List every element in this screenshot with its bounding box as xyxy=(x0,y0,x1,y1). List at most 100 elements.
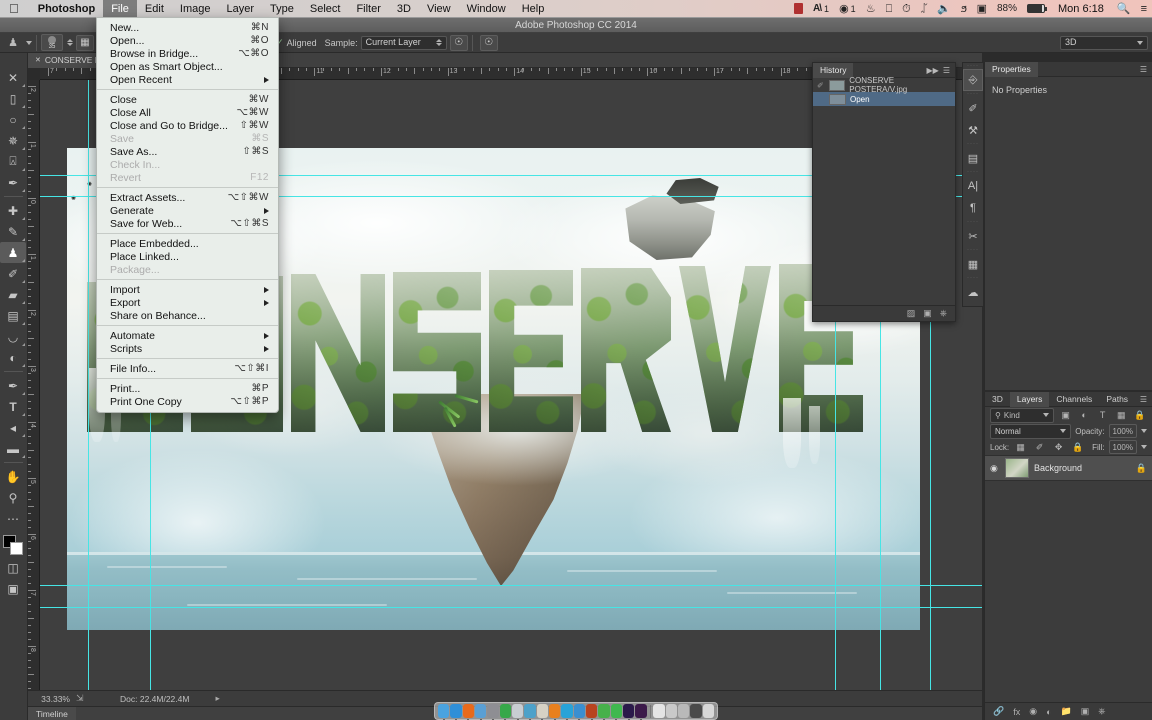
delete-layer-icon[interactable]: ⎈ xyxy=(1098,706,1105,717)
menu-item-place-embedded[interactable]: Place Embedded... xyxy=(97,237,278,250)
panel-menu-icon[interactable]: ☰ xyxy=(943,66,950,75)
gradient-tool[interactable]: ▤ xyxy=(0,305,26,326)
actions-panel-icon[interactable]: ✂ xyxy=(963,225,983,247)
menu-3d[interactable]: 3D xyxy=(389,0,419,18)
opacity-value[interactable]: 100% xyxy=(1108,424,1137,438)
menu-app-name[interactable]: Photoshop xyxy=(30,0,103,18)
menu-image[interactable]: Image xyxy=(172,0,219,18)
menu-item-print-one-copy[interactable]: Print One Copy ⌥⇧⌘P xyxy=(97,395,278,408)
menu-item-save-as[interactable]: Save As... ⇧⌘S xyxy=(97,145,278,158)
menu-view[interactable]: View xyxy=(419,0,459,18)
finder-icon[interactable] xyxy=(438,704,450,718)
vertical-ruler[interactable]: 210123456789 xyxy=(28,80,40,690)
zoom-level[interactable]: 33.33% xyxy=(28,694,76,704)
brush-presets-icon[interactable]: ✐ xyxy=(963,97,983,119)
menu-item-generate[interactable]: Generate xyxy=(97,204,278,217)
utilities-icon[interactable] xyxy=(585,704,598,718)
menu-window[interactable]: Window xyxy=(459,0,514,18)
layer-comps-icon[interactable]: ▤ xyxy=(963,147,983,169)
menu-filter[interactable]: Filter xyxy=(348,0,388,18)
blend-mode-dropdown[interactable]: Normal xyxy=(990,423,1072,439)
new-layer-icon[interactable]: ▣ xyxy=(1081,706,1090,717)
create-document-icon[interactable]: ▨ xyxy=(907,308,916,319)
reminders-icon[interactable] xyxy=(536,704,548,718)
menu-item-share-on-behance[interactable]: Share on Behance... xyxy=(97,309,278,322)
tab-3d[interactable]: 3D xyxy=(985,392,1010,407)
lock-all-icon[interactable]: 🔒 xyxy=(1070,440,1085,455)
mail-icon[interactable] xyxy=(511,704,524,718)
menu-layer[interactable]: Layer xyxy=(218,0,262,18)
airplay-icon[interactable]: ⎕ xyxy=(881,0,898,18)
blur-tool[interactable]: ◡ xyxy=(0,326,26,347)
menu-item-close-all[interactable]: Close All ⌥⌘W xyxy=(97,106,278,119)
menu-item-open-as-smart-object[interactable]: Open as Smart Object... xyxy=(97,60,278,73)
type-filter-icon[interactable]: T xyxy=(1095,408,1110,423)
edit-toolbar-button[interactable]: ⋯ xyxy=(0,508,26,529)
pixel-filter-icon[interactable]: ▣ xyxy=(1058,408,1073,423)
volume-icon[interactable]: 🔈 xyxy=(932,0,956,18)
adjustments-panel-icon[interactable]: ☁ xyxy=(963,281,983,303)
brush-size-stepper[interactable] xyxy=(67,39,73,46)
desktop-stack-icon[interactable] xyxy=(678,704,690,718)
brush-tool[interactable]: ✎ xyxy=(0,221,26,242)
guide-horizontal[interactable] xyxy=(40,585,982,586)
timemachine-icon[interactable]: ⏱ xyxy=(897,0,916,18)
paragraph-panel-icon[interactable]: ¶ xyxy=(963,197,983,219)
collapse-icon[interactable]: ▶▶ xyxy=(927,66,939,75)
indesign-icon[interactable] xyxy=(635,704,647,718)
background-color-swatch[interactable] xyxy=(10,542,23,555)
adjustment-layer-icon[interactable]: ◐ xyxy=(1046,707,1051,717)
tab-timeline[interactable]: Timeline xyxy=(28,706,76,720)
spotify-icon[interactable] xyxy=(610,704,622,718)
panel-menu-icon[interactable]: ☰ xyxy=(1140,395,1147,404)
menu-item-extract-assets[interactable]: Extract Assets... ⌥⇧⌘W xyxy=(97,191,278,204)
input-source-icon[interactable]: ▣ xyxy=(972,0,992,18)
menu-edit[interactable]: Edit xyxy=(137,0,172,18)
clone-stamp-icon[interactable]: ♟ xyxy=(0,36,26,49)
skype-icon[interactable] xyxy=(561,704,573,718)
eyedropper-tool[interactable]: ✒ xyxy=(0,172,26,193)
dodge-tool[interactable]: ◐ xyxy=(0,347,26,368)
fill-chevron-down-icon[interactable] xyxy=(1141,445,1147,449)
layer-mask-icon[interactable]: ◉ xyxy=(1029,706,1037,717)
screen-icon[interactable] xyxy=(690,704,702,718)
menu-file[interactable]: File xyxy=(103,0,137,18)
menu-item-open-recent[interactable]: Open Recent xyxy=(97,73,278,86)
character-panel-icon[interactable]: A| xyxy=(963,175,983,197)
menu-item-import[interactable]: Import xyxy=(97,283,278,296)
menu-select[interactable]: Select xyxy=(302,0,349,18)
rectangle-tool[interactable]: ▬ xyxy=(0,438,26,459)
hand-tool[interactable]: ✋ xyxy=(0,466,26,487)
chrome-icon[interactable] xyxy=(499,704,511,718)
menu-item-browse-in-bridge[interactable]: Browse in Bridge... ⌥⌘O xyxy=(97,47,278,60)
menu-item-automate[interactable]: Automate xyxy=(97,329,278,342)
menu-item-save-for-web[interactable]: Save for Web... ⌥⇧⌘S xyxy=(97,217,278,230)
move-tool[interactable]: ✕ xyxy=(0,67,26,88)
marquee-tool[interactable]: ▯ xyxy=(0,88,26,109)
clone-stamp-tool[interactable]: ♟ xyxy=(0,242,26,263)
lasso-tool[interactable]: ○ xyxy=(0,109,26,130)
aligned-checkbox[interactable]: ✓ Aligned xyxy=(276,37,317,48)
eraser-tool[interactable]: ▰ xyxy=(0,284,26,305)
lock-position-icon[interactable]: ✥ xyxy=(1051,440,1066,455)
lock-image-icon[interactable]: ✐ xyxy=(1032,440,1047,455)
teamviewer-icon[interactable]: ♨ xyxy=(861,0,881,18)
workspace-switcher[interactable]: 3D xyxy=(1060,35,1148,50)
notification-center-icon[interactable]: ≡ xyxy=(1136,0,1152,18)
history-row-open[interactable]: Open xyxy=(813,92,955,106)
history-brush-tool[interactable]: ✐ xyxy=(0,263,26,284)
status-menu-arrow-icon[interactable]: ▸ xyxy=(215,693,219,704)
delete-icon[interactable]: ⎈ xyxy=(940,308,947,319)
menu-item-open[interactable]: Open... ⌘O xyxy=(97,34,278,47)
evernote-icon[interactable] xyxy=(598,704,610,718)
history-row-document[interactable]: ✐ CONSERVE POSTERA/V.jpg xyxy=(813,76,955,94)
fill-value[interactable]: 100% xyxy=(1108,440,1137,454)
menu-item-file-info[interactable]: File Info... ⌥⇧⌘I xyxy=(97,362,278,375)
tab-layers[interactable]: Layers xyxy=(1009,391,1050,407)
tab-properties[interactable]: Properties xyxy=(985,61,1038,77)
ai-icon[interactable]: A\ 1 xyxy=(808,0,834,18)
menu-item-close[interactable]: Close ⌘W xyxy=(97,93,278,106)
opacity-chevron-down-icon[interactable] xyxy=(1141,429,1147,433)
sample-dropdown[interactable]: Current Layer xyxy=(360,35,447,50)
system-preferences-icon[interactable] xyxy=(487,704,499,718)
